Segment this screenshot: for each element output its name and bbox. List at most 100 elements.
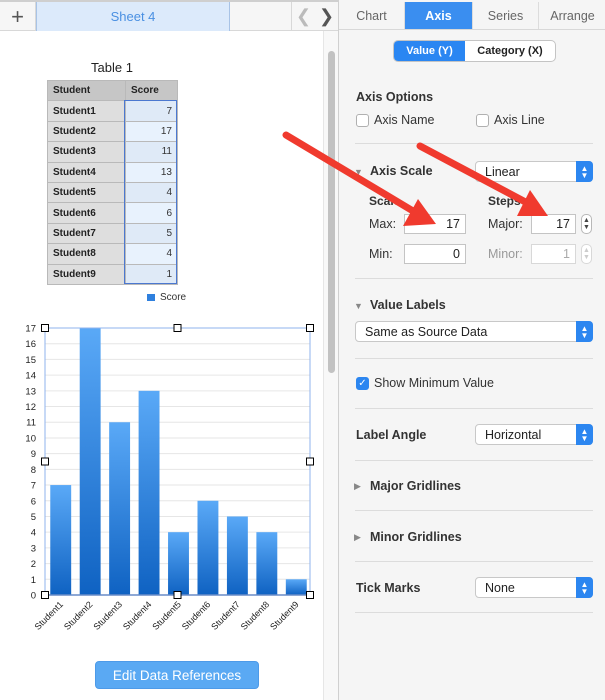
scrollbar-thumb[interactable] bbox=[328, 51, 335, 373]
bar-student3[interactable] bbox=[109, 422, 131, 595]
vertical-scrollbar[interactable] bbox=[323, 31, 338, 700]
axis-scale-select[interactable]: Linear ▲ ▼ bbox=[475, 161, 593, 182]
score-cell[interactable]: 1 bbox=[125, 263, 178, 285]
bar-student1[interactable] bbox=[50, 485, 72, 595]
inspector-tabs: Chart Axis Series Arrange bbox=[339, 2, 605, 30]
student-cell[interactable]: Student5 bbox=[47, 181, 126, 204]
axis-line-checkbox[interactable]: Axis Line bbox=[476, 113, 545, 127]
table-row: Student9 1 bbox=[47, 263, 178, 285]
table-row: Student1 7 bbox=[47, 100, 178, 122]
axis-name-checkbox[interactable]: Axis Name bbox=[356, 113, 434, 127]
edit-data-references-button[interactable]: Edit Data References bbox=[95, 661, 259, 689]
disclosure-collapsed-icon[interactable]: ▶ bbox=[354, 532, 361, 543]
disclosure-collapsed-icon[interactable]: ▶ bbox=[354, 481, 361, 492]
y-tick-label: 16 bbox=[25, 339, 36, 350]
select-value: Horizontal bbox=[485, 427, 542, 442]
min-input[interactable]: 0 bbox=[404, 244, 466, 264]
score-cell[interactable]: 4 bbox=[125, 181, 178, 204]
resize-handle[interactable] bbox=[41, 591, 49, 599]
disclosure-expanded-icon[interactable]: ▼ bbox=[354, 301, 363, 311]
score-cell[interactable]: 5 bbox=[125, 222, 178, 245]
resize-handle[interactable] bbox=[306, 591, 314, 599]
score-cell[interactable]: 17 bbox=[125, 120, 178, 143]
student-cell[interactable]: Student8 bbox=[47, 243, 126, 265]
value-labels-select[interactable]: Same as Source Data ▲ ▼ bbox=[355, 321, 593, 342]
checkbox-box[interactable] bbox=[356, 113, 369, 127]
student-cell[interactable]: Student6 bbox=[47, 202, 126, 224]
chevron-right-icon[interactable]: ❯ bbox=[315, 2, 338, 31]
y-tick-label: 14 bbox=[25, 371, 36, 382]
x-tick-label: Student4 bbox=[121, 599, 154, 632]
y-tick-label: 7 bbox=[31, 481, 36, 492]
data-table[interactable]: Student Score Student1 7 Student2 17 Student… bbox=[47, 79, 178, 285]
disclosure-expanded-icon[interactable]: ▼ bbox=[354, 167, 363, 177]
chevron-left-icon[interactable]: ❮ bbox=[292, 2, 315, 31]
resize-handle[interactable] bbox=[173, 591, 182, 599]
sheet-tab[interactable]: Sheet 4 bbox=[36, 2, 230, 31]
tab-series[interactable]: Series bbox=[473, 2, 539, 29]
student-cell[interactable]: Student2 bbox=[47, 120, 126, 143]
major-gridlines-heading[interactable]: Major Gridlines bbox=[370, 479, 461, 493]
minor-gridlines-heading[interactable]: Minor Gridlines bbox=[370, 530, 462, 544]
minor-stepper: ▲ ▼ bbox=[581, 244, 592, 264]
y-tick-label: 9 bbox=[31, 449, 36, 460]
x-tick-label: Student5 bbox=[150, 599, 183, 632]
axis-segmented-control: Value (Y) Category (X) bbox=[393, 40, 556, 62]
axis-scale-heading[interactable]: Axis Scale bbox=[370, 164, 433, 178]
bar-student6[interactable] bbox=[197, 500, 219, 595]
bar-student8[interactable] bbox=[256, 532, 278, 595]
score-cell[interactable]: 13 bbox=[125, 161, 178, 183]
divider bbox=[355, 143, 593, 144]
student-cell[interactable]: Student3 bbox=[47, 141, 126, 163]
chart-legend[interactable]: Score bbox=[147, 292, 186, 303]
checkmark-icon[interactable]: ✓ bbox=[356, 376, 369, 390]
major-stepper[interactable]: ▲ ▼ bbox=[581, 214, 592, 234]
score-cell[interactable]: 11 bbox=[125, 141, 178, 163]
resize-handle[interactable] bbox=[41, 324, 49, 332]
x-tick-label: Student8 bbox=[239, 599, 272, 632]
y-tick-label: 4 bbox=[31, 528, 36, 539]
max-label: Max: bbox=[369, 217, 397, 231]
y-tick-label: 6 bbox=[31, 496, 36, 507]
resize-handle[interactable] bbox=[306, 324, 314, 332]
score-cell[interactable]: 6 bbox=[125, 202, 178, 224]
student-cell[interactable]: Student7 bbox=[47, 222, 126, 245]
checkbox-label: Show Minimum Value bbox=[374, 376, 494, 390]
value-labels-heading[interactable]: Value Labels bbox=[370, 298, 446, 312]
label-angle-label: Label Angle bbox=[356, 428, 427, 442]
y-tick-label: 12 bbox=[25, 402, 36, 413]
bar-student2[interactable] bbox=[79, 328, 101, 595]
tab-arrange[interactable]: Arrange bbox=[539, 2, 605, 29]
score-cell[interactable]: 7 bbox=[125, 100, 178, 122]
bar-student9[interactable] bbox=[285, 579, 307, 595]
column-header-score[interactable]: Score bbox=[125, 79, 178, 102]
value-y-segment[interactable]: Value (Y) bbox=[394, 41, 465, 61]
select-arrows-icon: ▲ ▼ bbox=[576, 577, 593, 598]
steps-subheading: Steps bbox=[488, 194, 521, 208]
score-cell[interactable]: 4 bbox=[125, 243, 178, 265]
bar-student5[interactable] bbox=[168, 532, 189, 595]
plus-icon: + bbox=[11, 3, 24, 29]
bar-student7[interactable] bbox=[226, 516, 248, 595]
x-tick-label: Student3 bbox=[91, 599, 124, 632]
category-x-segment[interactable]: Category (X) bbox=[465, 41, 555, 61]
major-steps-input[interactable]: 17 bbox=[531, 214, 576, 234]
resize-handle[interactable] bbox=[41, 457, 49, 466]
checkbox-box[interactable] bbox=[476, 113, 489, 127]
resize-handle[interactable] bbox=[173, 324, 182, 332]
student-cell[interactable]: Student4 bbox=[47, 161, 126, 183]
student-cell[interactable]: Student1 bbox=[47, 100, 126, 122]
show-minimum-value-checkbox[interactable]: ✓ Show Minimum Value bbox=[356, 376, 494, 390]
sheet-canvas: + Sheet 4 ❮ ❯ Table 1 Student Score Stud… bbox=[0, 0, 338, 700]
bar-chart[interactable]: 01234567891011121314151617Student1Studen… bbox=[0, 318, 330, 648]
tab-axis[interactable]: Axis bbox=[405, 2, 473, 29]
add-sheet-button[interactable]: + bbox=[0, 2, 36, 31]
tab-chart[interactable]: Chart bbox=[339, 2, 405, 29]
tick-marks-select[interactable]: None ▲ ▼ bbox=[475, 577, 593, 598]
max-input[interactable]: 17 bbox=[404, 214, 466, 234]
label-angle-select[interactable]: Horizontal ▲ ▼ bbox=[475, 424, 593, 445]
student-cell[interactable]: Student9 bbox=[47, 263, 126, 285]
column-header-student[interactable]: Student bbox=[47, 79, 126, 102]
resize-handle[interactable] bbox=[306, 457, 314, 466]
bar-student4[interactable] bbox=[138, 390, 160, 595]
